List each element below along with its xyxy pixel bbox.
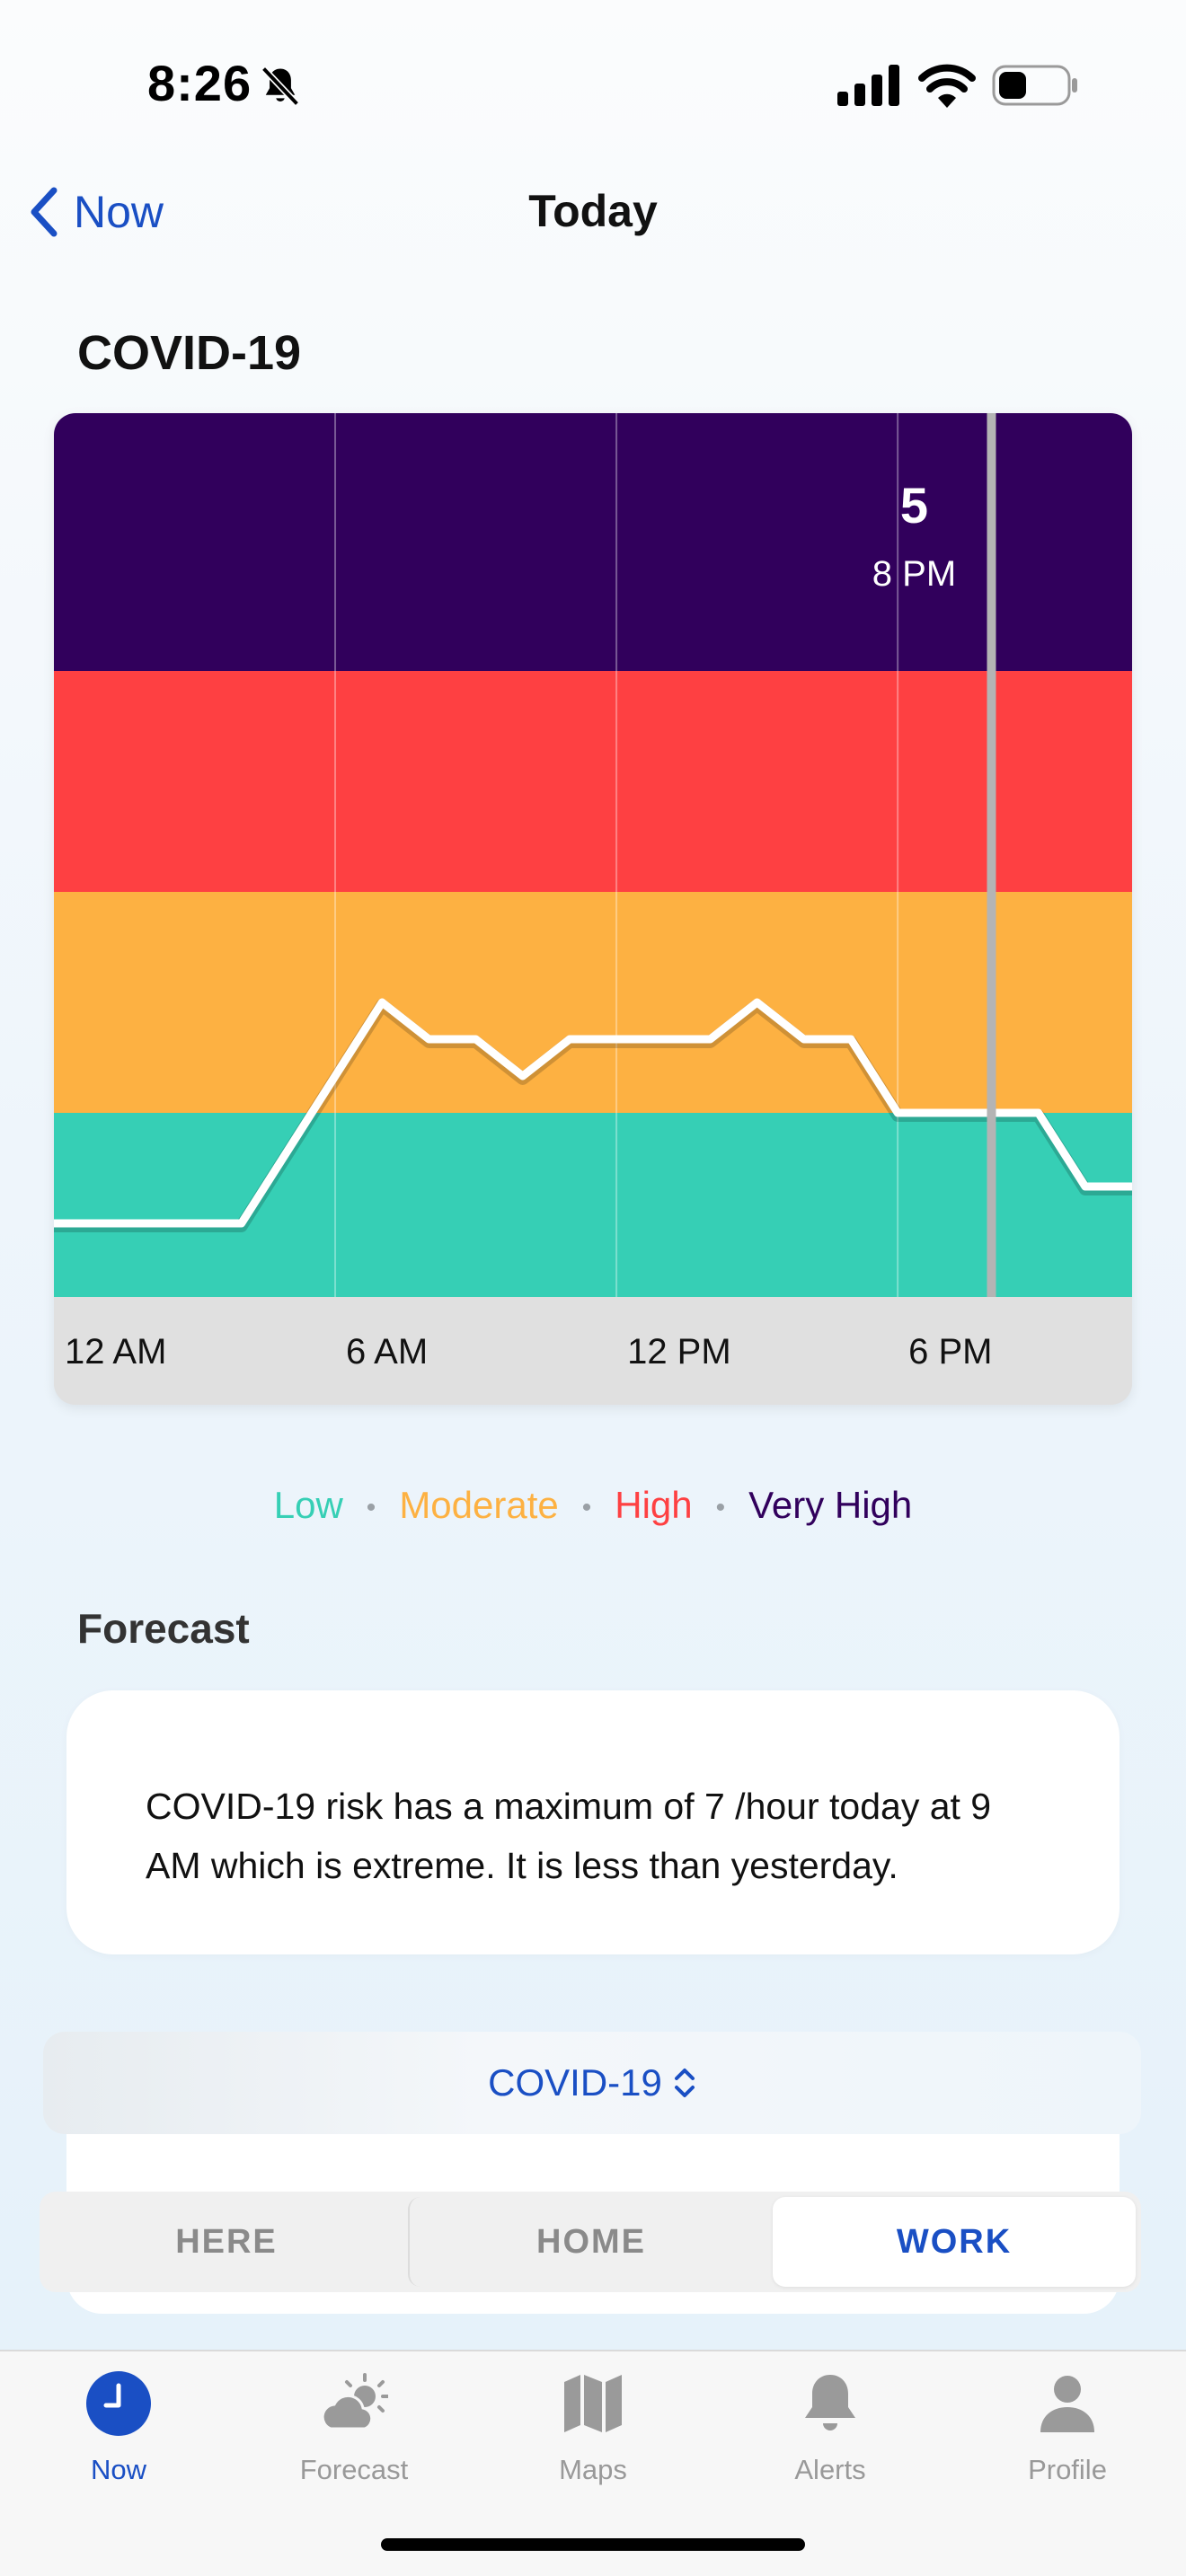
x-tick-label: 6 PM [908, 1332, 992, 1372]
clock-icon [86, 2371, 151, 2436]
band-very-high [54, 413, 1132, 671]
page-title: Today [528, 186, 658, 236]
tab-profile[interactable]: Profile [978, 2369, 1157, 2486]
band-high [54, 671, 1132, 892]
location-segmented-control[interactable]: HERE HOME WORK [40, 2192, 1141, 2292]
partly-cloudy-icon [321, 2373, 388, 2430]
tab-profile-label: Profile [1028, 2454, 1107, 2485]
section-title: COVID-19 [77, 326, 302, 380]
wifi-icon [918, 64, 976, 108]
x-tick-label: 12 PM [627, 1332, 731, 1372]
selected-time: 8 PM [872, 554, 956, 594]
person-icon [1040, 2376, 1094, 2432]
forecast-card: COVID-19 risk has a maximum of 7 /hour t… [66, 1690, 1120, 1954]
selected-value: 5 [900, 477, 928, 534]
condition-selector[interactable]: COVID-19 [43, 2032, 1141, 2134]
x-tick-label: 12 AM [65, 1332, 166, 1372]
selected-hour-cursor [987, 413, 996, 1297]
legend-separator: • [366, 1492, 376, 1522]
legend-separator: • [581, 1492, 592, 1522]
legend-item-low: Low [273, 1484, 343, 1526]
bell-slash-icon [261, 66, 300, 107]
tab-alerts-label: Alerts [794, 2454, 866, 2485]
segment-work[interactable]: WORK [773, 2197, 1136, 2287]
forecast-heading: Forecast [77, 1605, 250, 1652]
forecast-text: COVID-19 risk has a maximum of 7 /hour t… [146, 1786, 992, 1886]
map-icon [564, 2375, 622, 2432]
segment-home[interactable]: HOME [408, 2197, 773, 2287]
legend-separator: • [715, 1492, 726, 1522]
legend-item-very-high: Very High [748, 1484, 913, 1526]
tab-alerts[interactable]: Alerts [740, 2369, 920, 2486]
band-moderate [54, 892, 1132, 1113]
home-indicator [381, 2538, 805, 2551]
tab-forecast[interactable]: Forecast [264, 2369, 444, 2486]
chevron-up-down-icon [674, 2069, 695, 2097]
tab-maps[interactable]: Maps [503, 2369, 683, 2486]
legend-item-high: High [615, 1484, 693, 1526]
risk-legend: Low • Moderate • High • Very High [0, 1484, 1186, 1527]
tab-now-label: Now [90, 2454, 146, 2485]
tab-maps-label: Maps [559, 2454, 627, 2485]
cellular-signal-icon [837, 65, 899, 106]
tab-now[interactable]: Now [29, 2369, 208, 2486]
risk-chart-card[interactable]: 12 AM 6 AM 12 PM 6 PM 5 8 PM [54, 413, 1132, 1405]
status-time: 8:26 [147, 55, 252, 111]
bell-icon [805, 2375, 855, 2430]
risk-chart[interactable]: 12 AM 6 AM 12 PM 6 PM 5 8 PM [54, 413, 1132, 1405]
condition-selector-label: COVID-19 [488, 2061, 662, 2104]
legend-item-moderate: Moderate [399, 1484, 559, 1526]
segment-here[interactable]: HERE [45, 2197, 408, 2287]
tab-forecast-label: Forecast [299, 2454, 409, 2485]
x-tick-label: 6 AM [346, 1332, 428, 1372]
battery-icon [992, 65, 1077, 106]
band-low [54, 1113, 1132, 1297]
